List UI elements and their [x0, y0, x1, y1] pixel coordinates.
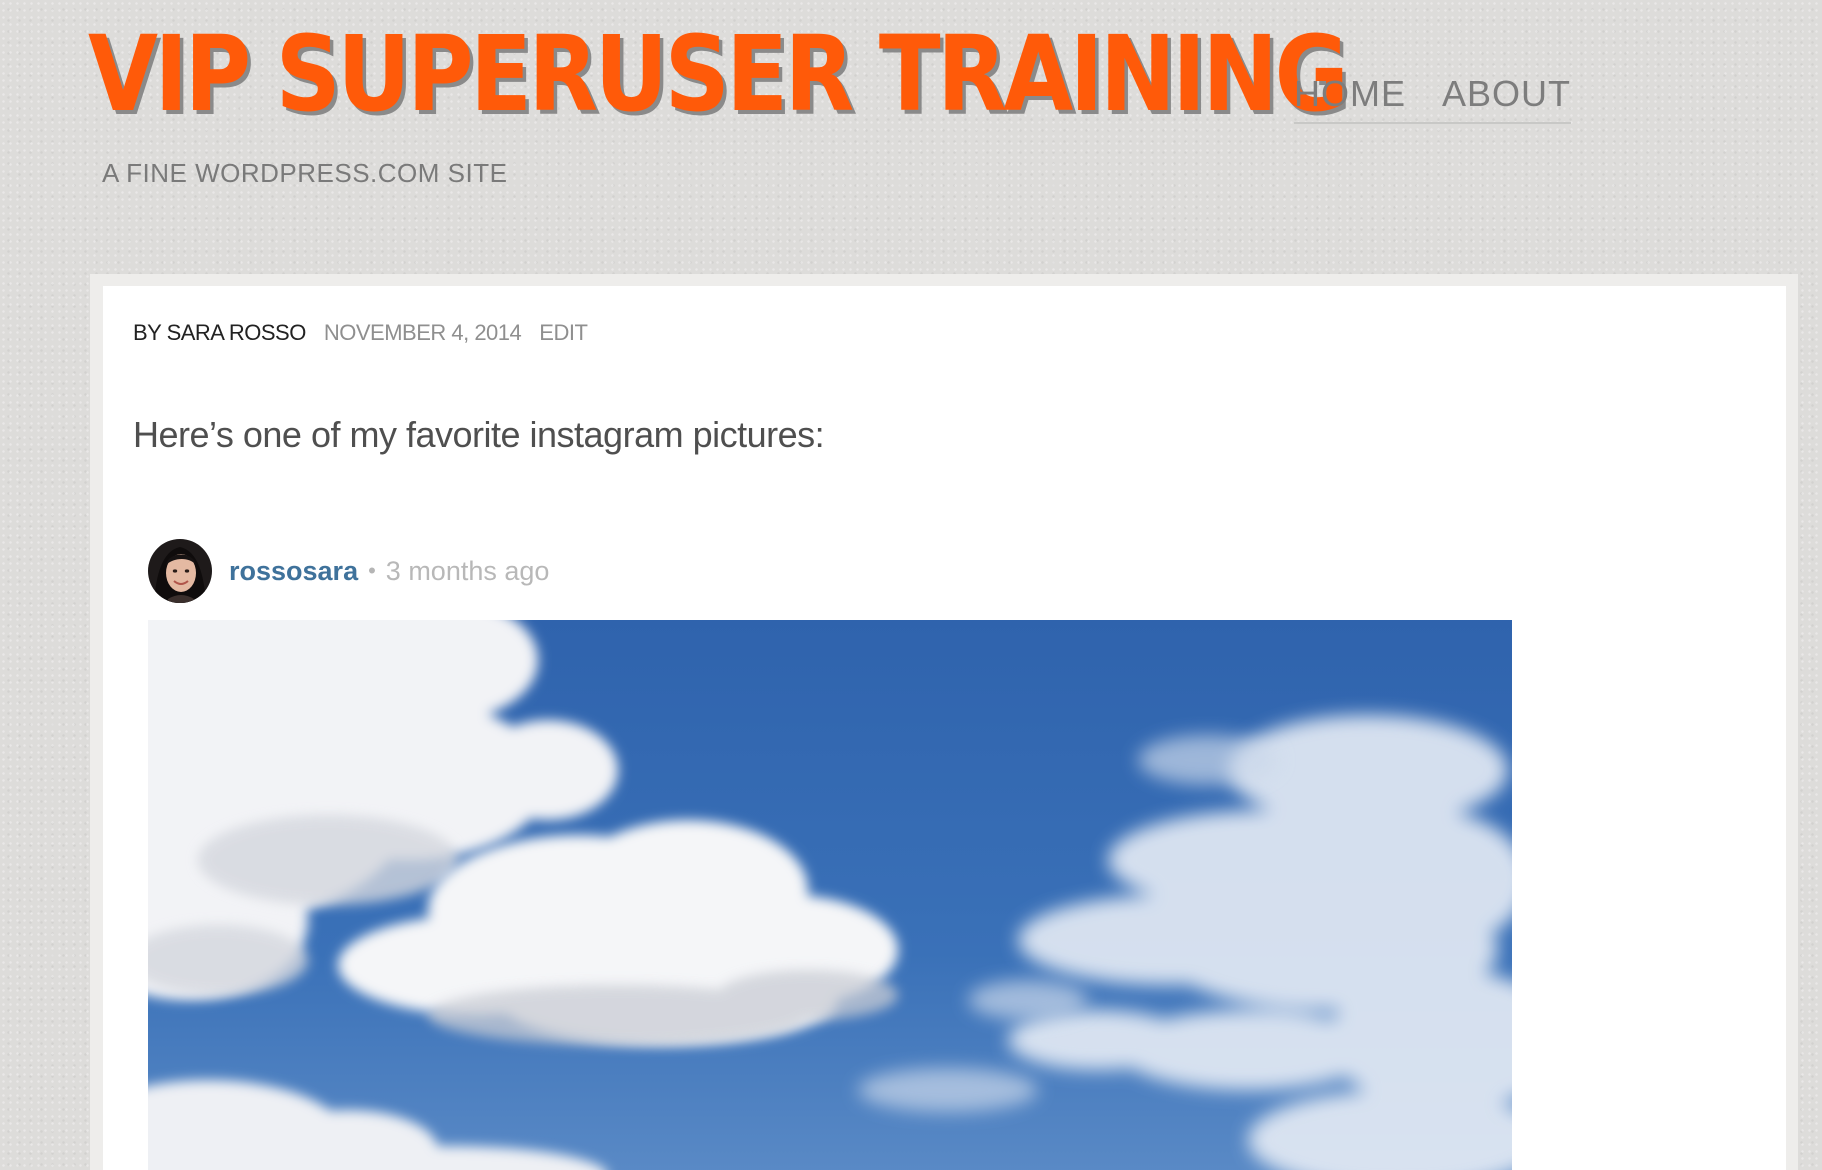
separator-dot: • [368, 558, 376, 583]
instagram-embed-header: rossosara • 3 months ago [148, 538, 549, 604]
sky-clouds-image [148, 620, 1512, 1170]
nav-item-home[interactable]: HOME [1294, 72, 1406, 116]
avatar[interactable] [148, 539, 212, 603]
site-title[interactable]: VIP SUPERUSER TRAINING [88, 14, 1349, 134]
instagram-timestamp[interactable]: 3 months ago [386, 556, 550, 587]
nav-item-about[interactable]: ABOUT [1442, 72, 1571, 116]
site-tagline: A FINE WORDPRESS.COM SITE [102, 158, 508, 188]
post-card: BY SARA ROSSO NOVEMBER 4, 2014 EDIT Here… [103, 286, 1786, 1170]
entry-meta: BY SARA ROSSO NOVEMBER 4, 2014 EDIT [133, 320, 588, 346]
instagram-username[interactable]: rossosara [229, 556, 358, 587]
site-header: VIP SUPERUSER TRAINING HOME ABOUT A FINE… [0, 0, 1822, 270]
main-nav: HOME ABOUT [1294, 72, 1572, 124]
edit-link[interactable]: EDIT [539, 320, 588, 346]
post-byline[interactable]: BY SARA ROSSO [133, 320, 306, 346]
post-date[interactable]: NOVEMBER 4, 2014 [324, 320, 522, 346]
instagram-photo[interactable] [148, 620, 1512, 1170]
avatar-photo [148, 539, 212, 603]
post-text: Here’s one of my favorite instagram pict… [133, 414, 825, 455]
